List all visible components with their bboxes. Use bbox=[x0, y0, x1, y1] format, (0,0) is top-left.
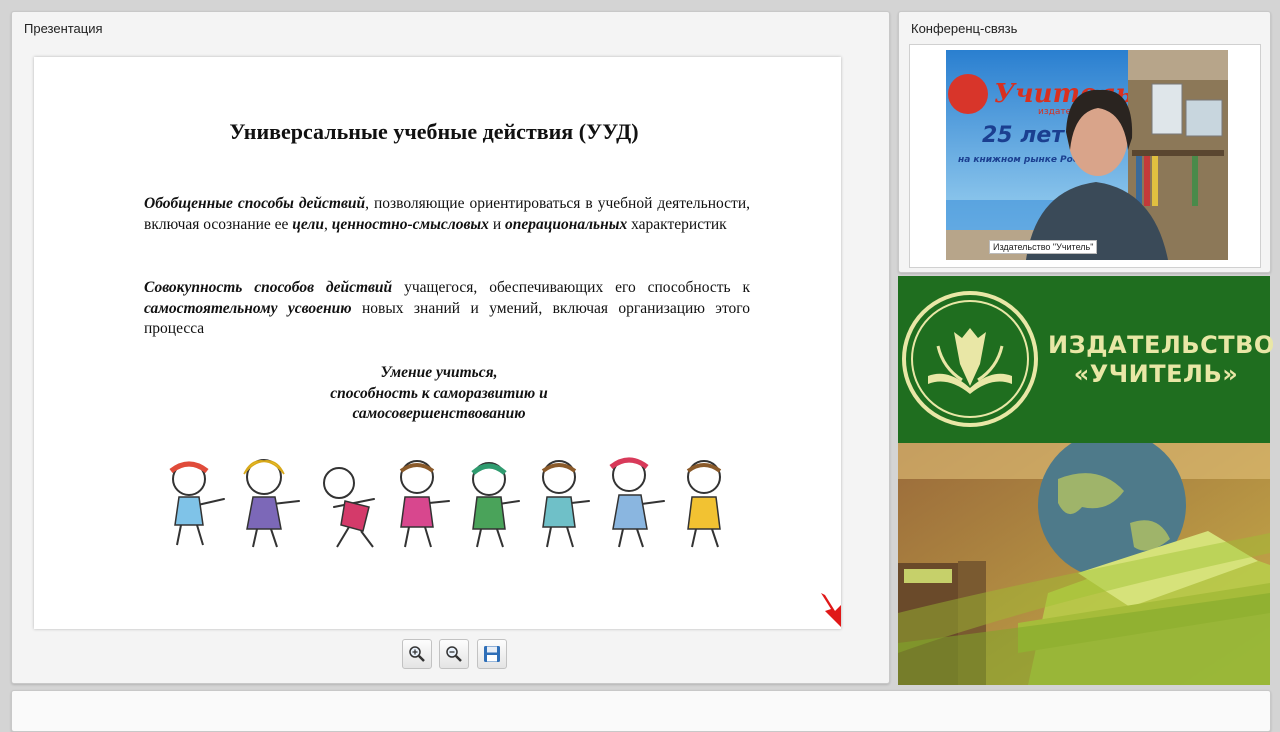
slide-paragraph-1: Обобщенные способы действий, позволяющие… bbox=[144, 195, 750, 233]
publisher-name-line-1: ИЗДАТЕЛЬСТВО bbox=[1048, 331, 1275, 359]
zoom-toolbar bbox=[402, 639, 510, 669]
publisher-logo-panel: ИЗДАТЕЛЬСТВО «УЧИТЕЛЬ» bbox=[898, 276, 1275, 443]
slide-paragraph-2: Совокупность способов действий учащегося… bbox=[144, 279, 751, 337]
video-stream: Учитель издательство 25 лет на книжном р… bbox=[946, 50, 1228, 260]
video-frame[interactable]: Учитель издательство 25 лет на книжном р… bbox=[909, 44, 1261, 268]
video-scene: Учитель издательство 25 лет на книжном р… bbox=[946, 50, 1228, 260]
children-illustration bbox=[169, 457, 722, 548]
books-globe-image bbox=[898, 443, 1270, 685]
slide-pointer-icon bbox=[821, 593, 841, 627]
child-8 bbox=[686, 460, 722, 548]
slide-summary-line-3: самосовершенствованию bbox=[352, 405, 526, 422]
slide-summary-line-2: способность к саморазвитию и bbox=[330, 384, 548, 402]
slide: Универсальные учебные действия (УУД) Обо… bbox=[34, 57, 841, 629]
slide-heading: Универсальные учебные действия (УУД) bbox=[229, 119, 639, 144]
child-5 bbox=[471, 462, 507, 548]
child-6 bbox=[541, 460, 577, 548]
bottom-panel bbox=[11, 690, 1271, 732]
presentation-panel: Презентация Универсальные учебные действ… bbox=[11, 11, 890, 684]
zoom-in-icon bbox=[409, 646, 425, 662]
child-3 bbox=[323, 467, 374, 548]
slide-summary-line-1: Умение учиться, bbox=[380, 364, 498, 381]
svg-text:25 лет: 25 лет bbox=[982, 123, 1065, 148]
books-globe-illustration bbox=[898, 443, 1270, 685]
publisher-name-line-2: «УЧИТЕЛЬ» bbox=[1073, 360, 1239, 388]
child-4 bbox=[399, 460, 435, 548]
save-button[interactable] bbox=[476, 639, 507, 669]
child-7 bbox=[609, 457, 649, 548]
floppy-disk-icon bbox=[483, 646, 500, 662]
zoom-in-button[interactable] bbox=[402, 639, 432, 669]
slide-summary: Умение учиться, способность к саморазвит… bbox=[204, 363, 674, 425]
conference-panel-title: Конференц-связь bbox=[911, 21, 1018, 36]
publisher-emblem-icon bbox=[902, 291, 1038, 427]
participant-name-label: Издательство "Учитель" bbox=[989, 240, 1098, 254]
zoom-out-button[interactable] bbox=[439, 639, 470, 669]
conference-panel: Конференц-связь Учитель издательство 25 … bbox=[898, 11, 1271, 273]
presentation-panel-title: Презентация bbox=[24, 21, 103, 36]
zoom-out-icon bbox=[446, 646, 463, 662]
